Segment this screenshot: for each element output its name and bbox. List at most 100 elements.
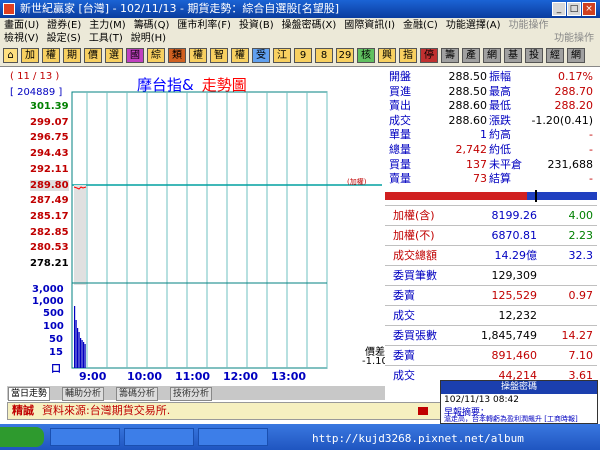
toolbar-button[interactable]: 價 (84, 48, 102, 63)
menu-item[interactable]: 國際資訊(I) (340, 19, 399, 32)
menu-row-secondary: 檢視(V) 設定(S) 工具(T) 說明(H) 功能操作 (0, 32, 598, 45)
title-bar: 新世紀贏家 [台灣] - 102/11/13 - 期貨走勢：綜合自選股[名望股]… (0, 0, 600, 18)
stats-value: 8199.26 (491, 209, 538, 222)
menu-bar: 畫面(U) 證券(E) 主力(M) 籌碼(Q) 匯市利率(F) 投資(B) 操盤密碼(X) 國… (0, 18, 600, 46)
menu-item[interactable]: 金融(C) (399, 19, 442, 32)
close-button[interactable]: × (582, 2, 596, 16)
stats-label: 委買筆數 (393, 269, 437, 282)
quote-value-2: - (589, 172, 593, 186)
quote-value: 288.50 (448, 70, 488, 83)
tab-2[interactable]: 籌碼分析 (116, 387, 159, 401)
menu-item[interactable]: 工具(T) (85, 32, 127, 45)
buy-sell-strip (385, 190, 597, 203)
stats-value-2: 32.3 (568, 249, 594, 262)
chart-tabs: 當日走勢 輔助分析 籌碼分析 技術分析 (7, 386, 385, 401)
tab-0[interactable]: 當日走勢 (8, 387, 51, 401)
toolbar-button[interactable]: 類 (168, 48, 186, 63)
plot-frame (71, 91, 328, 369)
menu-item[interactable]: 操盤密碼(X) (278, 19, 341, 32)
toolbar-button[interactable]: 國 (126, 48, 144, 63)
toolbar-button[interactable]: 9 (294, 48, 312, 63)
stats-value: 12,232 (498, 309, 538, 322)
price-tick-label: 301.39 (30, 101, 69, 112)
toolbar-button[interactable]: 權 (189, 48, 207, 63)
volume-tick-label: 100 (43, 321, 64, 332)
toolbar-button[interactable]: 經 (546, 48, 564, 63)
popup-time: 102/11/13 08:42 (444, 395, 519, 405)
stats-value: 125,529 (491, 289, 538, 302)
menu-item[interactable]: 匯市利率(F) (173, 19, 235, 32)
stats-value: 14.29億 (494, 249, 538, 262)
toolbar-button[interactable]: 興 (378, 48, 396, 63)
taskbar-item[interactable] (50, 428, 120, 446)
menu-row-primary: 畫面(U) 證券(E) 主力(M) 籌碼(Q) 匯市利率(F) 投資(B) 操盤密碼(X) 國… (0, 19, 552, 32)
taskbar-item[interactable] (198, 428, 268, 446)
quote-value: 2,742 (455, 143, 488, 156)
toolbar-button[interactable]: 網 (483, 48, 501, 63)
toolbar-button[interactable]: 受 (252, 48, 270, 63)
stats-row: 委買筆數 129,309 (385, 265, 597, 286)
toolbar-button[interactable]: 江 (273, 48, 291, 63)
menu-item[interactable]: 主力(M) (85, 19, 129, 32)
app-icon (3, 3, 15, 15)
quote-label: 賣量 (389, 172, 411, 186)
price-tick-label: 292.11 (30, 163, 69, 175)
quote-label-2: 最低 (489, 99, 511, 113)
menu-item[interactable]: 證券(E) (43, 19, 85, 32)
stats-label: 成交 (393, 369, 415, 382)
toolbar-button[interactable]: 基 (504, 48, 522, 63)
toolbar-button[interactable]: 8 (315, 48, 333, 63)
volume-bar (78, 332, 80, 368)
stats-row: 加權(不) 6870.81 2.23 (385, 225, 597, 246)
stats-row: 加權(含) 8199.26 4.00 (385, 205, 597, 226)
price-tick-label: 278.21 (30, 258, 69, 269)
toolbar-button[interactable]: 加 (21, 48, 39, 63)
toolbar-button[interactable]: 29 (336, 48, 354, 63)
quote-label-2: 約高 (489, 128, 511, 142)
quote-value-2: - (589, 143, 593, 156)
menu-item[interactable]: 檢視(V) (0, 32, 43, 45)
toolbar-button[interactable]: 投 (525, 48, 543, 63)
toolbar-button[interactable]: 指 (399, 48, 417, 63)
toolbar-button[interactable]: 停 (420, 48, 438, 63)
stats-label: 委賣 (393, 349, 415, 362)
toolbar-button[interactable]: 綜 (147, 48, 165, 63)
quote-row: 單量 1 約高 - (385, 128, 597, 141)
menu-item[interactable]: 投資(B) (235, 19, 278, 32)
toolbar-button[interactable]: 智 (210, 48, 228, 63)
toolbar-button[interactable]: 籌 (441, 48, 459, 63)
volume-bar (75, 320, 77, 368)
quote-row: 總量 2,742 約低 - (385, 143, 597, 156)
toolbar-button[interactable]: 期 (63, 48, 81, 63)
notification-popup[interactable]: 操盤密碼 102/11/13 08:42 早報摘要： 滬走高，台苯轉虧為盈利潤飆… (440, 380, 598, 424)
stats-value: 1,845,749 (481, 329, 537, 342)
toolbar-button[interactable]: 權 (231, 48, 249, 63)
price-tick-label: 280.53 (30, 242, 69, 254)
minimize-button[interactable]: _ (552, 2, 566, 16)
menu-item[interactable]: 籌碼(Q) (130, 19, 174, 32)
start-button[interactable] (0, 427, 44, 447)
toolbar-button[interactable]: 選 (105, 48, 123, 63)
menu-item[interactable]: 說明(H) (127, 32, 170, 45)
stats-row: 委買張數 1,845,749 14.27 (385, 325, 597, 346)
tab-1[interactable]: 輔助分析 (62, 387, 105, 401)
taskbar-item[interactable] (124, 428, 194, 446)
chart-code: [ 204889 ] (10, 87, 63, 98)
quote-label: 成交 (389, 113, 411, 127)
toolbar-button[interactable]: 核 (357, 48, 375, 63)
stats-label: 成交總額 (393, 249, 437, 262)
popup-title: 操盤密碼 (441, 381, 597, 394)
menu-item[interactable]: 功能選擇(A) (442, 19, 505, 32)
tab-3[interactable]: 技術分析 (170, 387, 213, 401)
toolbar-button[interactable]: 網 (567, 48, 585, 63)
menu-item[interactable]: 設定(S) (43, 32, 85, 45)
toolbar-button[interactable]: 權 (42, 48, 60, 63)
toolbar-button[interactable]: 產 (462, 48, 480, 63)
stats-label: 加權(不) (393, 229, 435, 242)
maximize-button[interactable]: □ (567, 2, 581, 16)
quote-value: 137 (466, 157, 487, 171)
quote-value: 1 (480, 128, 487, 142)
quote-value: 288.50 (448, 84, 488, 98)
menu-item[interactable]: 畫面(U) (0, 19, 43, 32)
home-icon[interactable]: ⌂ (3, 48, 18, 63)
